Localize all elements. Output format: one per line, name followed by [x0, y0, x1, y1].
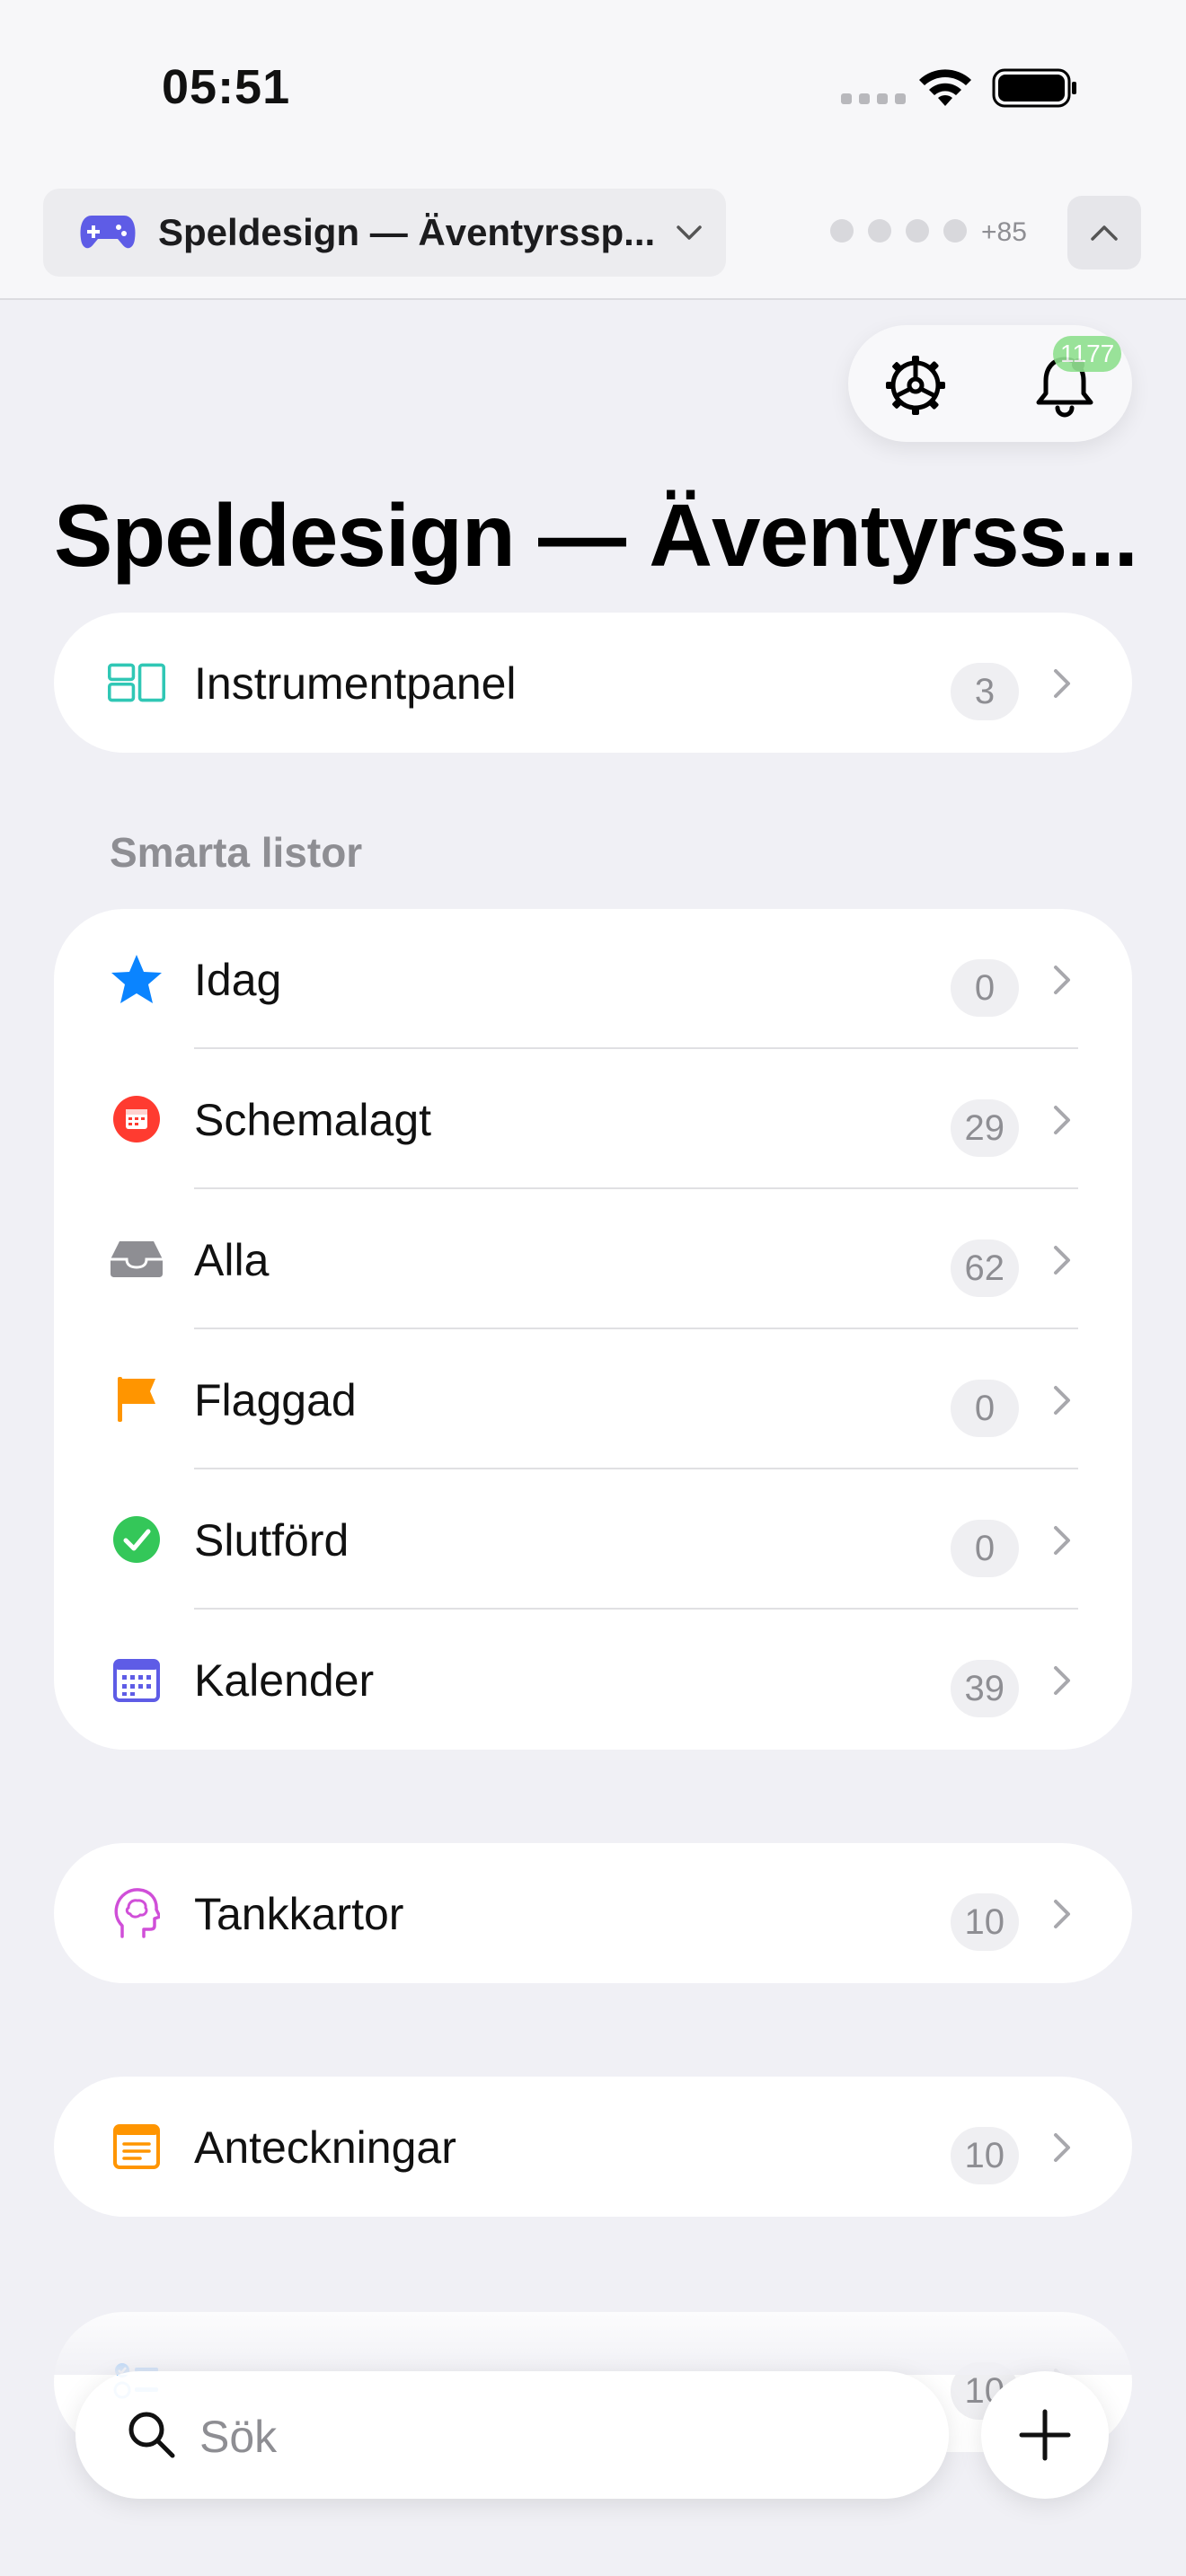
add-button[interactable] — [981, 2371, 1109, 2499]
calendar-grid-icon — [108, 1653, 165, 1707]
list-row-scheduled[interactable]: Schemalagt 29 — [54, 1049, 1132, 1189]
row-label: Flaggad — [194, 1375, 357, 1425]
status-time: 05:51 — [162, 60, 291, 114]
dashboard-card: Instrumentpanel 3 — [54, 613, 1132, 753]
cellular-signal-icon — [841, 93, 906, 104]
list-row-calendar[interactable]: Kalender 39 — [54, 1610, 1132, 1750]
section-label-smart-lists: Smarta listor — [110, 829, 363, 876]
row-label: Kalender — [194, 1655, 375, 1706]
row-label: Anteckningar — [194, 2122, 456, 2173]
chevron-right-icon — [1054, 669, 1070, 698]
scroll-fade — [54, 2312, 1132, 2375]
count-badge: 39 — [950, 1660, 1019, 1717]
chevron-right-icon — [1054, 1386, 1070, 1415]
list-row-notes[interactable]: Anteckningar 10 — [54, 2077, 1132, 2217]
chevron-up-icon — [1091, 225, 1118, 241]
chevron-right-icon — [1054, 966, 1070, 994]
count-badge: 0 — [951, 959, 1019, 1017]
list-row-all[interactable]: Alla 62 — [54, 1189, 1132, 1329]
row-label: Tankkartor — [194, 1889, 404, 1939]
row-label: Alla — [194, 1235, 270, 1285]
workspace-name: Speldesign — Äventyrssp... — [158, 211, 656, 253]
count-badge: 62 — [950, 1239, 1019, 1297]
row-label: Slutförd — [194, 1515, 350, 1566]
smart-lists-card: Idag 0 Schemalagt 29 Alla 62 Flaggad 0 S… — [54, 909, 1132, 1750]
list-row-completed[interactable]: Slutförd 0 — [54, 1469, 1132, 1610]
chevron-right-icon — [1054, 2133, 1070, 2162]
note-icon — [108, 2120, 165, 2174]
chevron-right-icon — [1054, 1246, 1070, 1275]
workspace-picker[interactable]: Speldesign — Äventyrssp... — [43, 189, 726, 277]
row-label: Schemalagt — [194, 1095, 432, 1145]
wifi-icon — [919, 69, 971, 106]
checkmark-icon — [108, 1513, 165, 1566]
chevron-right-icon — [1054, 1106, 1070, 1134]
chevron-down-icon — [677, 225, 702, 240]
count-badge: 10 — [950, 2127, 1019, 2184]
notes-card: Anteckningar 10 — [54, 2077, 1132, 2217]
list-row-flagged[interactable]: Flaggad 0 — [54, 1329, 1132, 1469]
plus-icon — [1019, 2409, 1071, 2461]
header-actions: 1177 — [848, 325, 1132, 442]
dashboard-icon — [108, 656, 165, 710]
brain-head-icon — [108, 1886, 165, 1940]
list-row-today[interactable]: Idag 0 — [54, 909, 1132, 1049]
list-row-mindmaps[interactable]: Tankkartor 10 — [54, 1843, 1132, 1983]
search-placeholder: Sök — [199, 2412, 278, 2462]
count-badge: 10 — [950, 1893, 1019, 1951]
gamepad-icon — [80, 216, 136, 249]
chevron-right-icon — [1054, 1526, 1070, 1555]
status-bar: 05:51 — [0, 0, 1186, 165]
collapse-button[interactable] — [1067, 196, 1141, 269]
gear-icon[interactable] — [882, 352, 949, 419]
row-label: Idag — [194, 955, 282, 1005]
count-badge: 0 — [951, 1380, 1019, 1437]
search-input[interactable]: Sök — [75, 2371, 949, 2499]
search-icon — [128, 2412, 175, 2458]
star-icon — [108, 952, 165, 1006]
notification-badge: 1177 — [1053, 336, 1122, 372]
workspace-bar: Speldesign — Äventyrssp... +85 — [0, 165, 1186, 300]
member-avatars[interactable] — [830, 219, 967, 243]
row-label: Instrumentpanel — [194, 658, 517, 709]
count-badge: 3 — [951, 663, 1019, 720]
mindmaps-card: Tankkartor 10 — [54, 1843, 1132, 1983]
list-row-dashboard[interactable]: Instrumentpanel 3 — [54, 613, 1132, 753]
page-title: Speldesign — Äventyrss... — [54, 486, 1138, 585]
chevron-right-icon — [1054, 1666, 1070, 1695]
battery-icon — [992, 68, 1076, 108]
count-badge: 0 — [951, 1520, 1019, 1577]
inbox-icon — [108, 1232, 165, 1286]
member-extra-count: +85 — [981, 217, 1027, 247]
chevron-right-icon — [1054, 1900, 1070, 1928]
count-badge: 29 — [950, 1099, 1019, 1157]
calendar-red-icon — [108, 1092, 165, 1146]
flag-icon — [108, 1372, 165, 1426]
